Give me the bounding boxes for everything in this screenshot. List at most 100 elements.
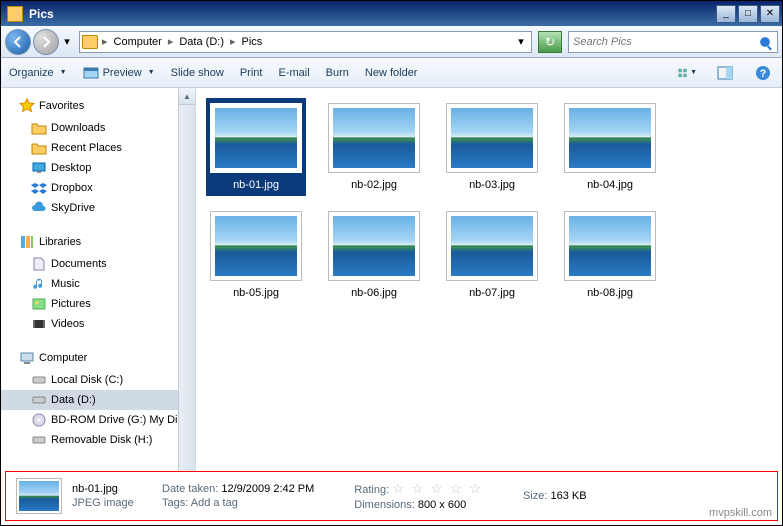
file-thumbnail[interactable]: nb-07.jpg <box>442 206 542 304</box>
sidebar-item-recent[interactable]: Recent Places <box>1 138 195 158</box>
cloud-icon <box>31 200 47 216</box>
image-preview <box>564 103 656 173</box>
rating-stars[interactable]: ☆ ☆ ☆ ☆ ☆ <box>392 481 483 496</box>
file-name: nb-07.jpg <box>469 287 515 299</box>
file-area[interactable]: nb-01.jpg nb-02.jpg nb-03.jpg nb-04.jpg nb-0… <box>196 88 782 493</box>
titlebar: Pics _ □ ✕ <box>1 1 782 26</box>
sidebar-item-removable[interactable]: Removable Disk (H:) <box>1 430 195 450</box>
help-button[interactable]: ? <box>752 62 774 84</box>
preview-icon <box>83 65 99 81</box>
file-name: nb-08.jpg <box>587 287 633 299</box>
libraries-header[interactable]: Libraries <box>1 230 195 254</box>
image-preview <box>564 211 656 281</box>
file-name: nb-04.jpg <box>587 179 633 191</box>
sidebar-scrollbar[interactable]: ▲ ▼ <box>178 88 195 493</box>
sidebar-item-music[interactable]: Music <box>1 274 195 294</box>
disc-icon <box>31 412 47 428</box>
refresh-button[interactable]: ↻ <box>538 31 562 53</box>
image-preview <box>210 103 302 173</box>
folder-icon <box>82 35 98 49</box>
file-thumbnail[interactable]: nb-05.jpg <box>206 206 306 304</box>
print-button[interactable]: Print <box>240 67 263 79</box>
file-thumbnail[interactable]: nb-06.jpg <box>324 206 424 304</box>
favorites-header[interactable]: Favorites <box>1 94 195 118</box>
sidebar-item-skydrive[interactable]: SkyDrive <box>1 198 195 218</box>
file-thumbnail[interactable]: nb-02.jpg <box>324 98 424 196</box>
forward-button[interactable] <box>33 29 59 55</box>
breadcrumb-computer[interactable]: Computer <box>110 36 166 48</box>
file-name: nb-01.jpg <box>233 179 279 191</box>
preview-pane-button[interactable] <box>714 62 736 84</box>
sidebar-item-data-d[interactable]: Data (D:) <box>1 390 195 410</box>
navigation-bar: ▾ ▸ Computer ▸ Data (D:) ▸ Pics ▾ ↻ <box>1 26 782 58</box>
preview-menu[interactable]: Preview▼ <box>83 65 155 81</box>
image-preview <box>328 211 420 281</box>
folder-icon <box>31 140 47 156</box>
address-dropdown[interactable]: ▾ <box>513 35 529 48</box>
file-thumbnail[interactable]: nb-01.jpg <box>206 98 306 196</box>
organize-menu[interactable]: Organize▼ <box>9 67 67 79</box>
breadcrumb-sep[interactable]: ▸ <box>166 35 176 48</box>
breadcrumb-sep[interactable]: ▸ <box>228 35 238 48</box>
pictures-icon <box>31 296 47 312</box>
folder-icon <box>7 6 23 22</box>
view-options-button[interactable]: ▼ <box>676 62 698 84</box>
sidebar-item-bdrom[interactable]: BD-ROM Drive (G:) My Dis <box>1 410 195 430</box>
sidebar-item-downloads[interactable]: Downloads <box>1 118 195 138</box>
scroll-up-button[interactable]: ▲ <box>179 88 195 105</box>
search-box[interactable] <box>568 31 778 53</box>
sidebar-item-documents[interactable]: Documents <box>1 254 195 274</box>
back-button[interactable] <box>5 29 31 55</box>
file-name: nb-03.jpg <box>469 179 515 191</box>
breadcrumb-pics[interactable]: Pics <box>238 36 267 48</box>
sidebar-item-localdisk-c[interactable]: Local Disk (C:) <box>1 370 195 390</box>
favorites-label: Favorites <box>39 100 84 112</box>
file-name: nb-02.jpg <box>351 179 397 191</box>
newfolder-button[interactable]: New folder <box>365 67 418 79</box>
maximize-button[interactable]: □ <box>738 5 758 23</box>
breadcrumb-sep[interactable]: ▸ <box>100 35 110 48</box>
nav-history-dropdown[interactable]: ▾ <box>61 30 73 54</box>
window-title: Pics <box>29 7 714 21</box>
drive-icon <box>31 432 47 448</box>
computer-header[interactable]: Computer <box>1 346 195 370</box>
tags-value[interactable]: Add a tag <box>191 497 238 509</box>
sidebar-item-desktop[interactable]: Desktop <box>1 158 195 178</box>
libraries-label: Libraries <box>39 236 81 248</box>
videos-icon <box>31 316 47 332</box>
image-preview <box>210 211 302 281</box>
burn-button[interactable]: Burn <box>326 67 349 79</box>
drive-icon <box>31 392 47 408</box>
content-area: ▲ ▼ Favorites Downloads Recent Places De… <box>1 88 782 493</box>
address-bar[interactable]: ▸ Computer ▸ Data (D:) ▸ Pics ▾ <box>79 31 532 53</box>
sidebar-item-pictures[interactable]: Pictures <box>1 294 195 314</box>
file-thumbnail[interactable]: nb-04.jpg <box>560 98 660 196</box>
file-thumbnail[interactable]: nb-03.jpg <box>442 98 542 196</box>
search-icon[interactable] <box>757 34 773 50</box>
details-pane: nb-01.jpg JPEG image Date taken: 12/9/20… <box>5 471 778 521</box>
close-button[interactable]: ✕ <box>760 5 780 23</box>
desktop-icon <box>31 160 47 176</box>
sidebar-item-dropbox[interactable]: Dropbox <box>1 178 195 198</box>
date-taken-label: Date taken: <box>162 483 218 495</box>
command-bar: Organize▼ Preview▼ Slide show Print E-ma… <box>1 58 782 88</box>
navigation-pane: ▲ ▼ Favorites Downloads Recent Places De… <box>1 88 196 493</box>
music-icon <box>31 276 47 292</box>
image-preview <box>446 211 538 281</box>
email-button[interactable]: E-mail <box>278 67 309 79</box>
slideshow-button[interactable]: Slide show <box>171 67 224 79</box>
dimensions-value: 800 x 600 <box>418 499 466 511</box>
details-type: JPEG image <box>72 497 152 509</box>
folder-icon <box>31 120 47 136</box>
image-preview <box>446 103 538 173</box>
sidebar-item-videos[interactable]: Videos <box>1 314 195 334</box>
file-name: nb-06.jpg <box>351 287 397 299</box>
details-thumbnail <box>16 478 62 514</box>
minimize-button[interactable]: _ <box>716 5 736 23</box>
tags-label: Tags: <box>162 497 188 509</box>
search-input[interactable] <box>573 36 757 48</box>
details-filename: nb-01.jpg <box>72 483 152 495</box>
breadcrumb-data[interactable]: Data (D:) <box>175 36 228 48</box>
size-value: 163 KB <box>550 490 586 502</box>
file-thumbnail[interactable]: nb-08.jpg <box>560 206 660 304</box>
